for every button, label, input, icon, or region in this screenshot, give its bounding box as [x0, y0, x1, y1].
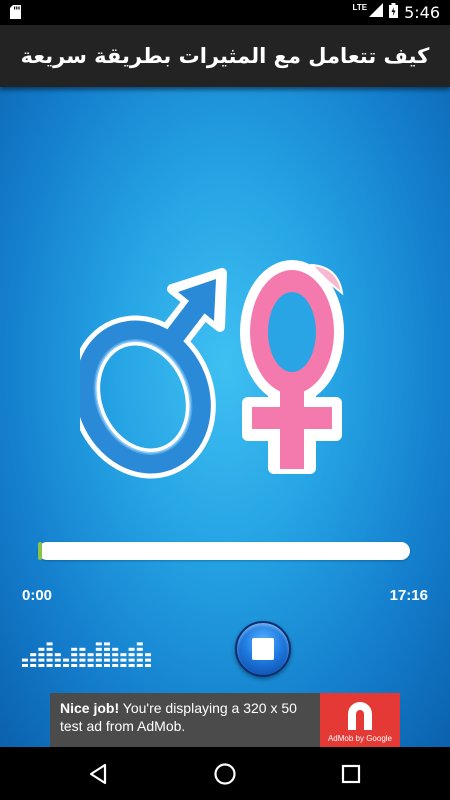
recent-square-icon: [341, 764, 361, 784]
male-symbol-icon: [80, 268, 227, 479]
total-time: 17:16: [389, 587, 428, 604]
back-triangle-icon: [89, 763, 107, 785]
status-bar: LTE 5:46: [0, 0, 450, 25]
gender-symbols-image: [80, 260, 344, 479]
ad-banner[interactable]: Nice job! You're displaying a 320 x 50 t…: [50, 693, 400, 747]
page-title: كيف تتعامل مع المثيرات بطريقة سريعة: [20, 44, 430, 68]
stop-button[interactable]: [235, 621, 291, 677]
ad-text: Nice job! You're displaying a 320 x 50 t…: [50, 693, 320, 747]
clock: 5:46: [404, 3, 440, 22]
female-symbol-icon: [240, 260, 344, 474]
network-type: LTE: [352, 3, 368, 12]
sd-card-icon: [10, 5, 21, 24]
seek-bar-thumb[interactable]: [38, 542, 42, 560]
battery-icon: [389, 2, 399, 23]
stop-icon: [252, 638, 274, 660]
seek-bar[interactable]: [38, 542, 410, 560]
current-time: 0:00: [22, 587, 53, 604]
home-circle-icon: [214, 763, 236, 785]
home-button[interactable]: [212, 761, 238, 787]
signal-icon: [369, 3, 384, 22]
ad-headline: Nice job!: [60, 700, 120, 716]
navigation-bar: [0, 747, 450, 800]
admob-logo: AdMob by Google: [320, 693, 400, 747]
recent-apps-button[interactable]: [338, 761, 364, 787]
equalizer-icon: [22, 642, 151, 667]
admob-icon: [348, 702, 372, 730]
screen: LTE 5:46 كيف تتعامل مع المثيرات بطريقة س…: [0, 0, 450, 800]
main-content: 0:00 17:16: [0, 87, 450, 747]
ad-brand: AdMob by Google: [327, 734, 393, 743]
title-bar: كيف تتعامل مع المثيرات بطريقة سريعة: [0, 25, 450, 87]
back-button[interactable]: [85, 761, 111, 787]
